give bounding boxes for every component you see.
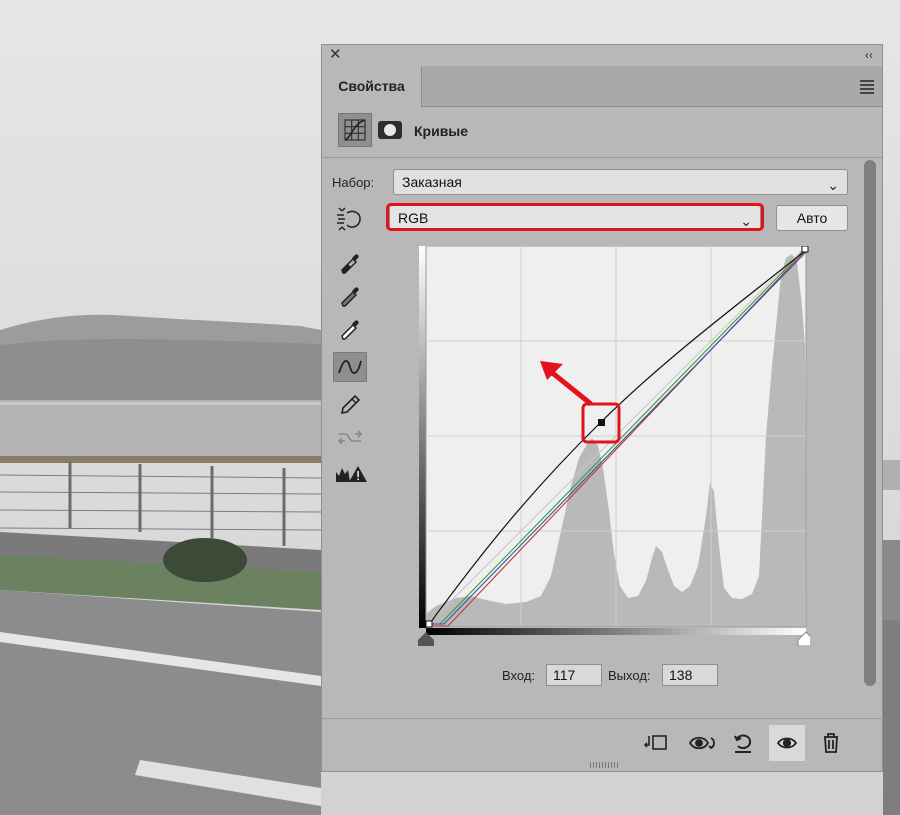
input-label: Вход: [502,668,536,683]
white-point-eyedropper-icon[interactable] [333,314,367,344]
output-label: Выход: [608,668,651,683]
gray-point-eyedropper-icon[interactable] [333,281,367,311]
preset-select[interactable]: Заказная ⌄ [393,169,848,195]
input-gradient-bar [426,628,806,635]
visibility-icon[interactable] [769,725,805,761]
clipping-warning-icon[interactable] [333,458,367,488]
adjustment-title: Кривые [414,123,469,139]
view-previous-icon[interactable] [685,725,721,761]
panel-resize-grip[interactable] [590,762,618,768]
mask-icon[interactable] [378,121,402,139]
curve-points-icon[interactable] [333,352,367,382]
panel-menu-icon[interactable] [860,80,874,96]
output-field[interactable]: 138 [662,664,718,686]
adjustment-header: Кривые [322,107,882,158]
scrollbar-thumb[interactable] [864,160,876,686]
tab-properties[interactable]: Свойства [322,66,422,107]
black-point-eyedropper-icon[interactable] [333,248,367,278]
panel-scrollbar[interactable] [862,158,878,688]
reset-icon[interactable] [725,725,761,761]
curve-endpoint-white[interactable] [801,246,809,253]
input-field[interactable]: 117 [546,664,602,686]
on-image-adjust-icon[interactable] [333,205,367,235]
output-gradient-bar [419,246,426,628]
pencil-icon[interactable] [333,388,367,418]
curves-graph[interactable] [416,246,810,646]
curve-endpoint-black[interactable] [425,620,433,628]
close-icon[interactable]: ✕ [329,46,342,64]
clip-to-layer-icon[interactable] [639,725,675,761]
tab-strip: Свойства [322,66,882,107]
channel-highlight-box [386,203,764,231]
auto-button[interactable]: Авто [776,205,848,231]
chevron-down-icon: ⌄ [827,177,839,193]
curve-control-point[interactable] [598,419,605,426]
panel-titlebar: ✕ ‹‹ [322,45,882,67]
delete-icon[interactable] [813,725,849,761]
curves-adjustment-icon[interactable] [338,113,372,147]
collapse-icon[interactable]: ‹‹ [865,47,873,63]
preset-value: Заказная [402,174,462,190]
smooth-curve-icon[interactable] [333,422,367,452]
preset-label: Набор: [332,175,375,190]
